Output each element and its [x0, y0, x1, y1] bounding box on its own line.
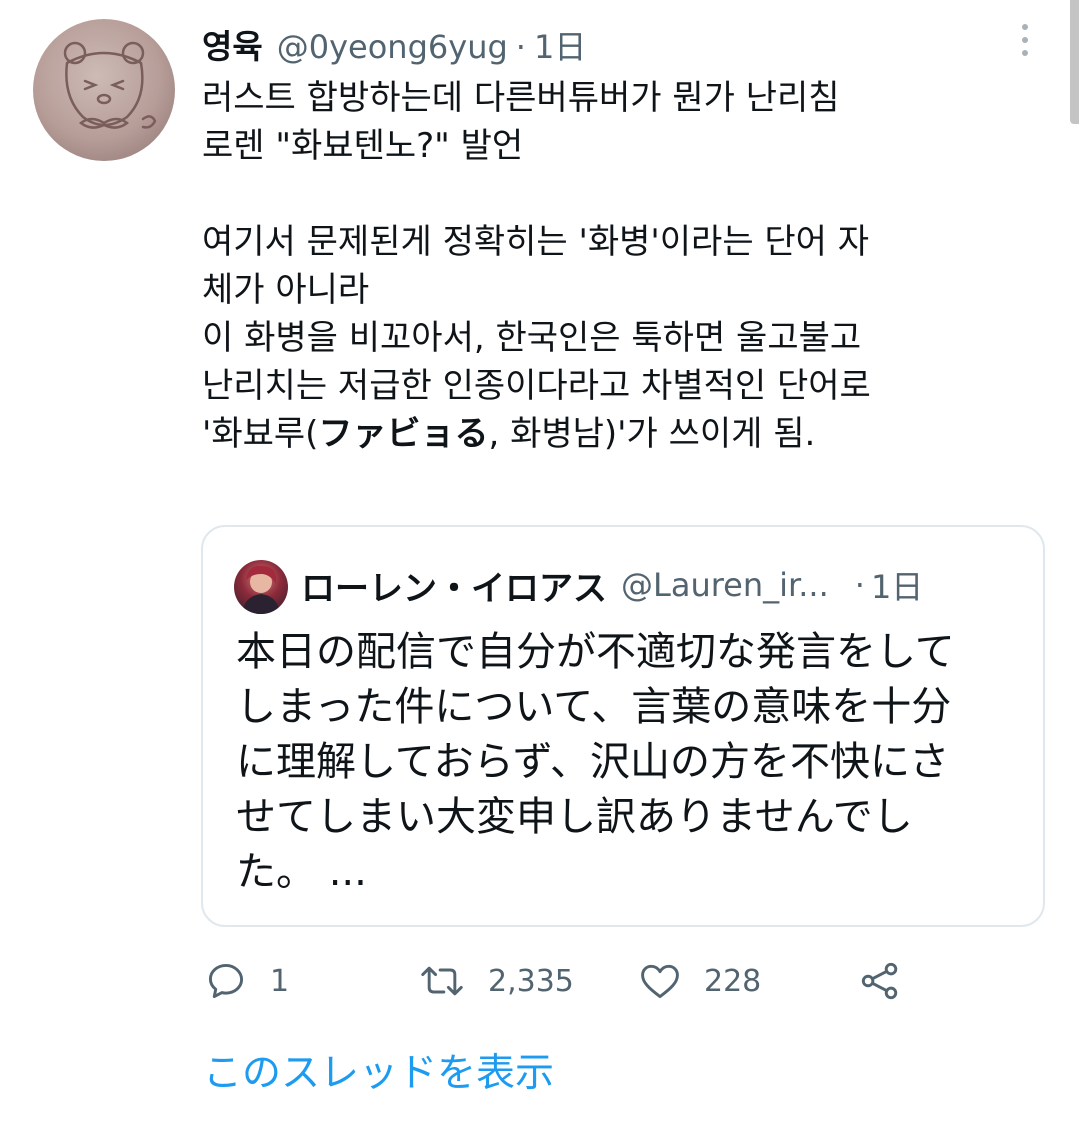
- like-count: 228: [704, 963, 762, 999]
- tweet-header: 영육 @0yeong6yug · 1日: [202, 20, 586, 66]
- tweet-line-prefix: '화뵤루(: [202, 414, 319, 454]
- tweet-line: 이 화병을 비꼬아서, 한국인은 툭하면 울고불고: [202, 318, 862, 358]
- retweet-icon: [421, 966, 463, 996]
- tweet-line: 로렌 "화뵤텐노?" 발언: [202, 126, 524, 166]
- quoted-tweet-timestamp: 1日: [870, 568, 924, 606]
- author-display-name[interactable]: 영육: [202, 20, 263, 68]
- retweet-count: 2,335: [488, 963, 574, 999]
- tweet-timestamp[interactable]: 1日: [534, 22, 586, 68]
- quoted-tweet-card[interactable]: ローレン・イロアス @Lauren_ir... · 1日 本日の配信で自分が不適…: [201, 525, 1045, 927]
- quoted-tweet-header: ローレン・イロアス @Lauren_ir... · 1日: [301, 557, 923, 613]
- scrollbar-thumb[interactable]: [1070, 0, 1079, 124]
- retweet-button[interactable]: 2,335: [418, 955, 574, 1007]
- tweet-line: 체가 아니라: [202, 270, 370, 310]
- show-thread-link[interactable]: このスレッドを表示: [203, 1042, 554, 1098]
- quoted-line: た。 ...: [236, 849, 367, 895]
- quoted-line: 本日の配信で自分が不適切な発言をして: [236, 629, 955, 675]
- more-options-icon[interactable]: [1013, 22, 1037, 58]
- more-dot: [1022, 24, 1028, 30]
- quoted-tweet-body: 本日の配信で自分が不適切な発言をして しまった件について、言葉の意味を十分 に理…: [236, 625, 1026, 900]
- cookie-bear-avatar-image: [63, 41, 157, 129]
- quoted-header-separator: ·: [854, 566, 865, 604]
- like-button[interactable]: 228: [638, 955, 761, 1007]
- tweet-line-bold: ファビョる: [318, 414, 489, 454]
- quoted-author-handle: @Lauren_ir...: [621, 566, 829, 604]
- quoted-author-display-name: ローレン・イロアス: [301, 568, 607, 609]
- header-separator: ·: [515, 28, 526, 66]
- quoted-line: しまった件について、言葉の意味を十分: [236, 684, 952, 730]
- more-dot: [1022, 50, 1028, 56]
- quoted-avatar-image: [242, 565, 280, 614]
- share-button[interactable]: [858, 955, 902, 1007]
- tweet-line: 여기서 문제된게 정확히는 '화병'이라는 단어 자: [202, 222, 870, 262]
- heart-icon: [641, 964, 679, 999]
- quoted-author-avatar: [234, 560, 288, 614]
- quoted-line: に理解しておらず、沢山の方を不快にさ: [236, 739, 950, 785]
- tweet-line: 러스트 합방하는데 다른버튜버가 뭔가 난리침: [202, 78, 840, 118]
- reply-icon: [208, 963, 244, 999]
- author-handle[interactable]: @0yeong6yug: [277, 28, 508, 66]
- share-icon: [861, 962, 898, 1000]
- tweet-line: '화뵤루(ファビョる, 화병남)'가 쓰이게 됨.: [202, 410, 1042, 458]
- tweet-line: 난리치는 저급한 인종이다라고 차별적인 단어로: [202, 366, 871, 406]
- tweet-line-suffix: , 화병남)'가 쓰이게 됨.: [488, 414, 816, 454]
- tweet-body: 러스트 합방하는데 다른버튜버가 뭔가 난리침 로렌 "화뵤텐노?" 발언 여기…: [202, 74, 1042, 458]
- quoted-line: せてしまい大変申し訳ありませんでし: [236, 794, 913, 840]
- reply-count: 1: [270, 963, 290, 999]
- author-avatar[interactable]: [33, 19, 175, 161]
- tweet-actions-bar: 1 2,335 228: [202, 955, 922, 1007]
- more-dot: [1022, 37, 1028, 43]
- reply-button[interactable]: 1: [204, 955, 289, 1007]
- tweet-blank-line: [202, 170, 1042, 218]
